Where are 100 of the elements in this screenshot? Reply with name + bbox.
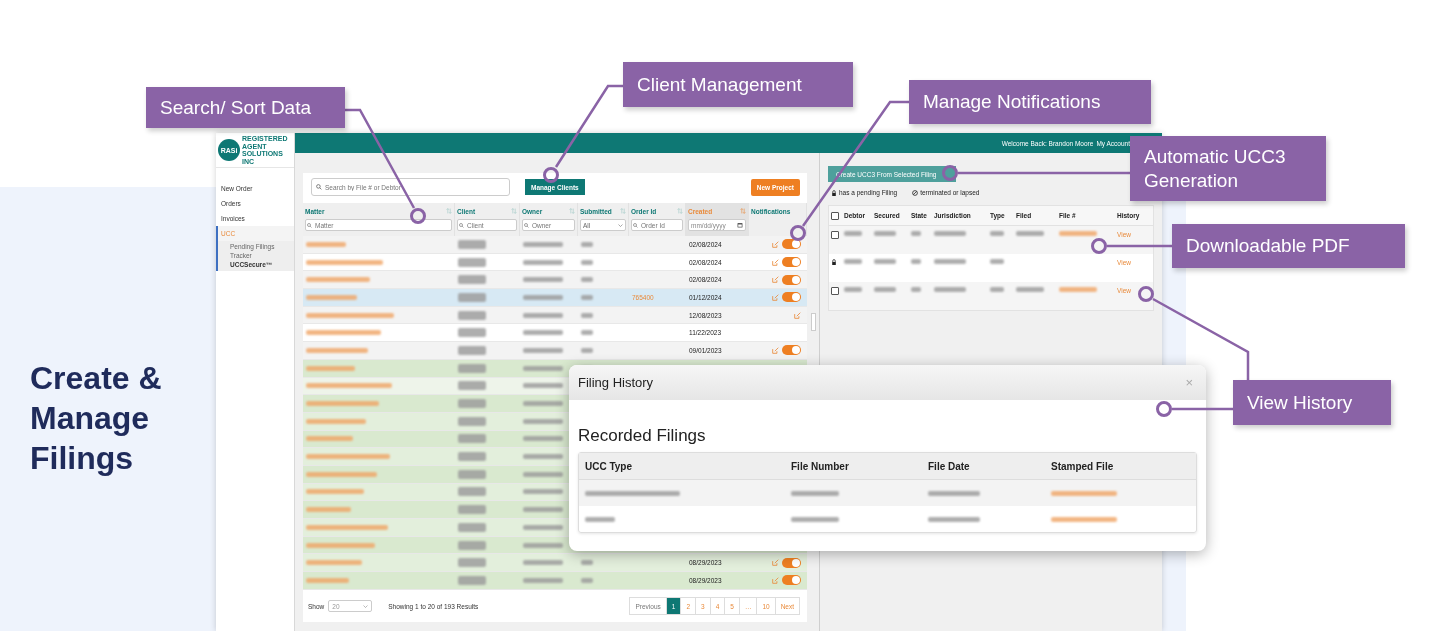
blurred-text (791, 516, 839, 522)
blurred-text (458, 434, 486, 444)
edit-icon[interactable] (794, 311, 801, 319)
sort-icon[interactable] (620, 208, 626, 214)
callout-label: Search/ Sort Data (146, 87, 345, 128)
toggle-switch[interactable] (782, 292, 801, 303)
blurred-text (523, 560, 563, 566)
blurred-text (458, 575, 486, 585)
blurred-text (458, 416, 486, 426)
sort-icon[interactable] (677, 208, 683, 214)
blurred-text (458, 522, 486, 532)
headline: Create & Manage Filings (30, 359, 163, 478)
calendar-icon (737, 222, 743, 228)
file-link[interactable] (1059, 287, 1097, 292)
blurred-text (306, 347, 368, 353)
blurred-text (306, 436, 353, 442)
toggle-switch[interactable] (782, 274, 801, 285)
blurred-text (458, 275, 486, 285)
blurred-text (934, 231, 966, 236)
blurred-text (523, 418, 563, 424)
callout-label: Client Management (623, 62, 853, 107)
edit-icon[interactable] (772, 576, 779, 584)
toggle-switch[interactable] (782, 345, 801, 356)
blurred-text (844, 287, 862, 292)
blurred-text (523, 436, 563, 442)
blurred-text (306, 542, 375, 548)
blurred-text (844, 231, 862, 236)
blurred-text (581, 312, 593, 318)
blurred-text (523, 401, 563, 407)
blurred-text (306, 560, 362, 566)
dialog-title: Filing History (578, 375, 654, 390)
blurred-text (458, 239, 486, 249)
blurred-text (581, 277, 593, 283)
blurred-text (458, 381, 486, 391)
blurred-text (585, 516, 615, 522)
blurred-text (523, 365, 563, 371)
blurred-text (581, 560, 593, 566)
column-header: UCC Type (584, 460, 634, 472)
blurred-text (874, 231, 896, 236)
column-header: File Date (927, 460, 971, 472)
blurred-text (581, 294, 593, 300)
blurred-text (306, 418, 366, 424)
blurred-text (458, 292, 486, 302)
blurred-text (458, 345, 486, 355)
ban-icon (912, 189, 919, 196)
blurred-text (306, 294, 357, 300)
blurred-text (1016, 287, 1044, 292)
checkbox[interactable] (831, 287, 839, 295)
sort-icon[interactable] (569, 208, 575, 214)
blurred-text (523, 277, 563, 283)
blurred-text (523, 489, 563, 495)
blurred-text (928, 490, 980, 496)
blurred-text (523, 524, 563, 530)
column-header: File Number (790, 460, 850, 472)
blurred-text (306, 365, 355, 371)
blurred-text (990, 231, 1004, 236)
sort-icon[interactable] (740, 208, 746, 214)
chevron-icon (363, 604, 369, 608)
file-link[interactable] (1059, 231, 1097, 236)
toggle-switch[interactable] (782, 575, 801, 586)
toggle-switch[interactable] (782, 239, 801, 250)
edit-icon[interactable] (772, 293, 779, 301)
sort-icon[interactable] (511, 208, 517, 214)
edit-icon[interactable] (772, 240, 779, 248)
blurred-text (458, 469, 486, 479)
edit-icon[interactable] (772, 276, 779, 284)
edit-icon[interactable] (772, 258, 779, 266)
blurred-text (581, 330, 593, 336)
toggle-switch[interactable] (782, 257, 801, 268)
blurred-text (306, 277, 370, 283)
blurred-text (458, 558, 486, 568)
blurred-text (581, 259, 593, 265)
blurred-text (874, 259, 896, 264)
blurred-text (523, 294, 563, 300)
blurred-text (844, 259, 862, 264)
lock-icon (831, 259, 837, 265)
blurred-text (306, 489, 364, 495)
sort-icon[interactable] (446, 208, 452, 214)
blurred-text (581, 241, 593, 247)
splitter-handle[interactable] (810, 313, 816, 331)
chevron-icon (618, 223, 623, 227)
blurred-text (523, 454, 563, 460)
blurred-text (458, 487, 486, 497)
blurred-text (581, 577, 593, 583)
blurred-text (523, 383, 563, 389)
blurred-text (523, 347, 563, 353)
blurred-text (911, 231, 921, 236)
file-link[interactable] (1051, 490, 1117, 496)
blurred-text (523, 507, 563, 513)
checkbox[interactable] (831, 231, 839, 239)
edit-icon[interactable] (772, 346, 779, 354)
file-link[interactable] (1051, 516, 1117, 522)
blurred-text (523, 471, 563, 477)
blurred-text (306, 577, 349, 583)
edit-icon[interactable] (772, 559, 779, 567)
column-header: Stamped File (1050, 460, 1115, 472)
toggle-switch[interactable] (782, 557, 801, 568)
blurred-text (458, 505, 486, 515)
blurred-text (458, 540, 486, 550)
checkbox[interactable] (831, 211, 839, 220)
